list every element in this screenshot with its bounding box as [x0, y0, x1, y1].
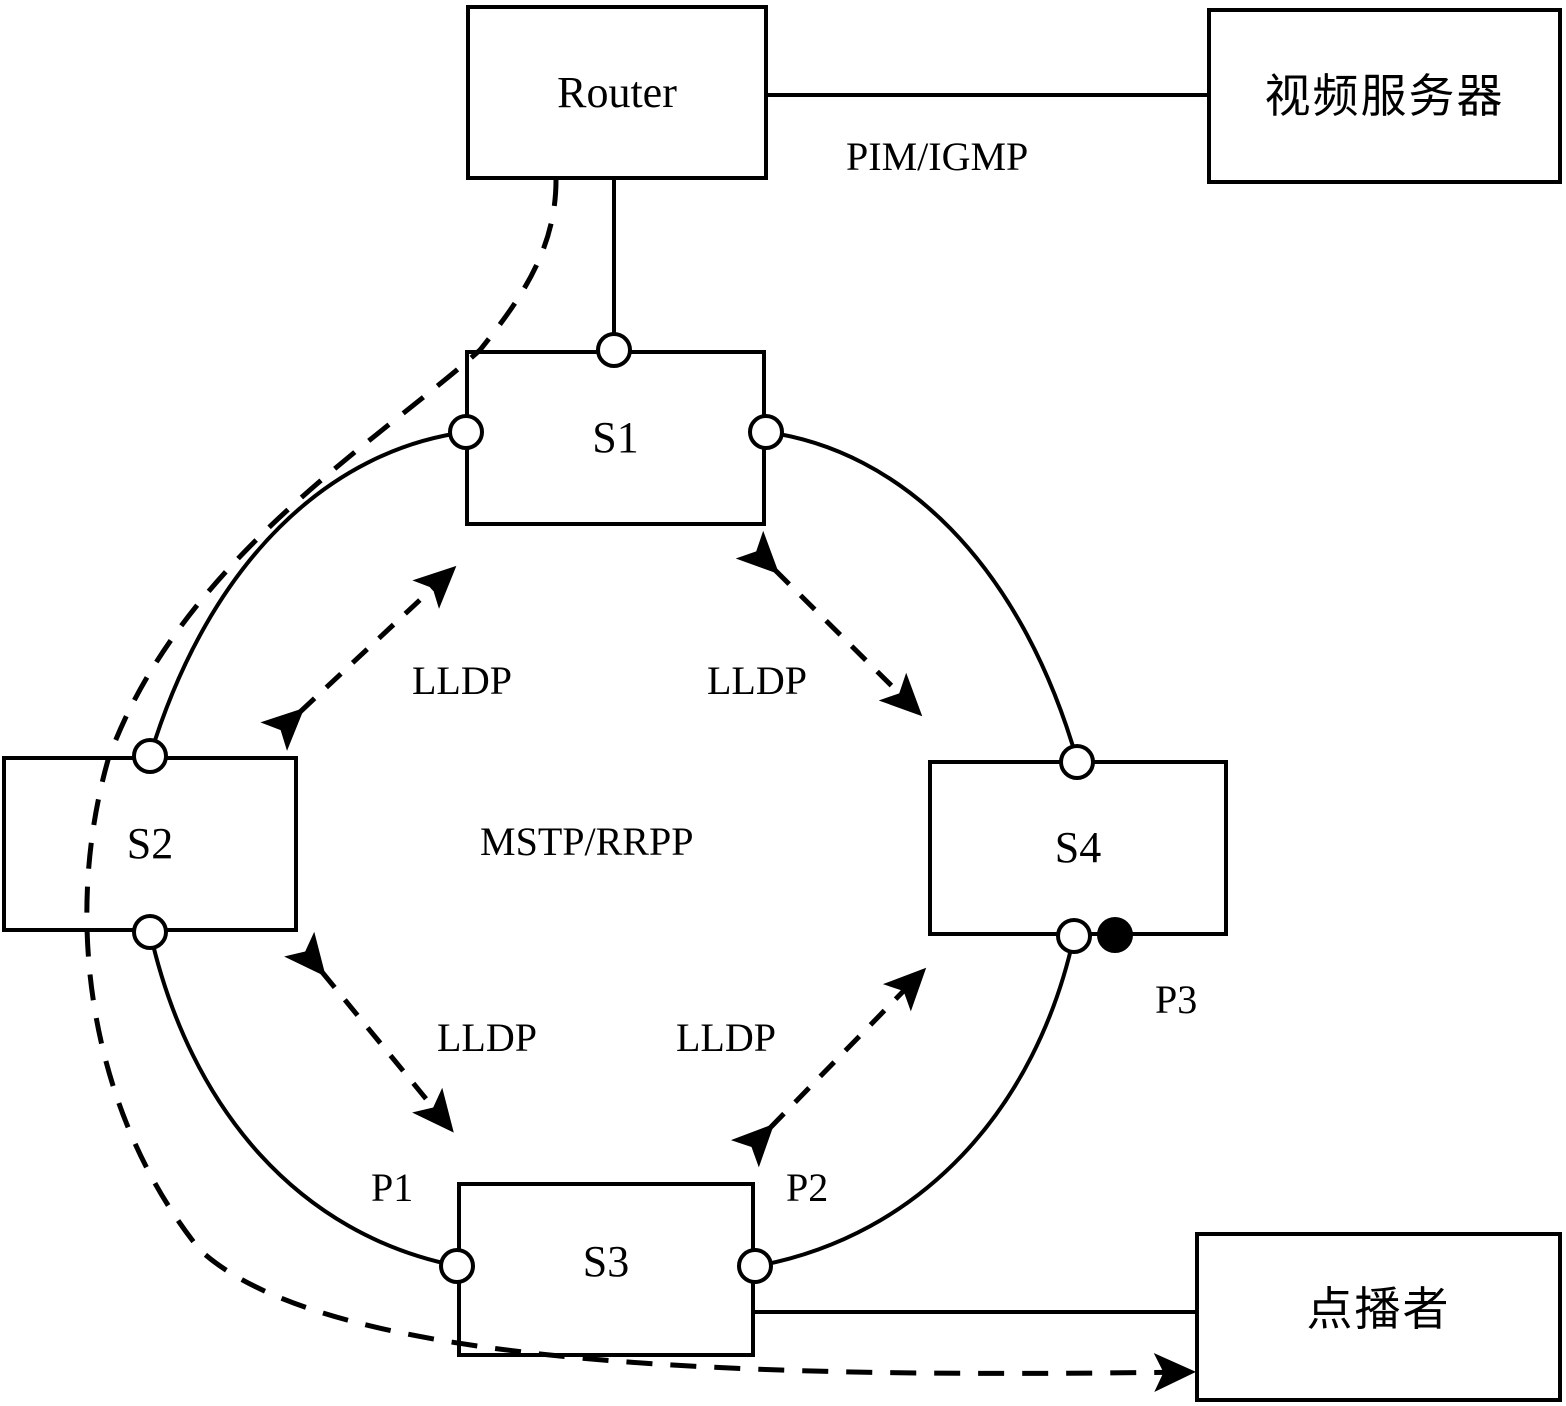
link-s2-s3 — [148, 931, 458, 1268]
label-lldp-bottom-left: LLDP — [437, 1015, 537, 1060]
node-video-server-label: 视频服务器 — [1264, 69, 1505, 123]
diagram-canvas: Router 视频服务器 S1 S2 S4 S3 点播者 PIM/IGMP MS… — [0, 0, 1566, 1406]
port-s1-top[interactable] — [596, 332, 632, 368]
port-s3-right-p2[interactable] — [737, 1248, 773, 1284]
node-viewer-label: 点播者 — [1306, 1282, 1451, 1336]
node-viewer[interactable]: 点播者 — [1195, 1232, 1562, 1402]
label-mstp-rrpp: MSTP/RRPP — [480, 819, 694, 864]
port-s4-blocked-p3[interactable] — [1097, 917, 1133, 953]
node-s4[interactable]: S4 — [928, 760, 1228, 936]
node-s2[interactable]: S2 — [2, 756, 298, 932]
link-s4-s3 — [756, 935, 1076, 1268]
node-s1[interactable]: S1 — [465, 350, 766, 526]
connections-layer — [84, 93, 1207, 1392]
label-p2: P2 — [786, 1165, 829, 1210]
label-lldp-bottom-right: LLDP — [676, 1015, 776, 1060]
label-p3: P3 — [1155, 977, 1198, 1022]
port-s3-left-p1[interactable] — [439, 1248, 475, 1284]
node-video-server[interactable]: 视频服务器 — [1207, 8, 1562, 184]
port-s2-top[interactable] — [132, 738, 168, 774]
label-p1: P1 — [371, 1165, 414, 1210]
node-router-label: Router — [557, 67, 677, 117]
lldp-arrow-s2-s3 — [284, 931, 454, 1133]
label-lldp-top-left: LLDP — [412, 658, 512, 703]
port-s1-left[interactable] — [448, 414, 484, 450]
port-s2-bottom[interactable] — [132, 914, 168, 950]
lldp-arrow-s4-s3 — [730, 967, 927, 1168]
port-s4-top[interactable] — [1059, 744, 1095, 780]
port-s4-bottom-p3[interactable] — [1056, 918, 1092, 954]
node-s3[interactable]: S3 — [457, 1182, 755, 1357]
link-s1-s4 — [765, 430, 1079, 761]
label-lldp-top-right: LLDP — [707, 658, 807, 703]
node-s4-label: S4 — [1054, 823, 1102, 872]
node-s2-label: S2 — [126, 819, 174, 868]
node-s3-label: S3 — [582, 1236, 630, 1286]
node-s1-label: S1 — [592, 413, 639, 462]
port-s1-right[interactable] — [748, 414, 784, 450]
node-router[interactable]: Router — [466, 5, 768, 180]
label-pim-igmp: PIM/IGMP — [846, 134, 1029, 179]
